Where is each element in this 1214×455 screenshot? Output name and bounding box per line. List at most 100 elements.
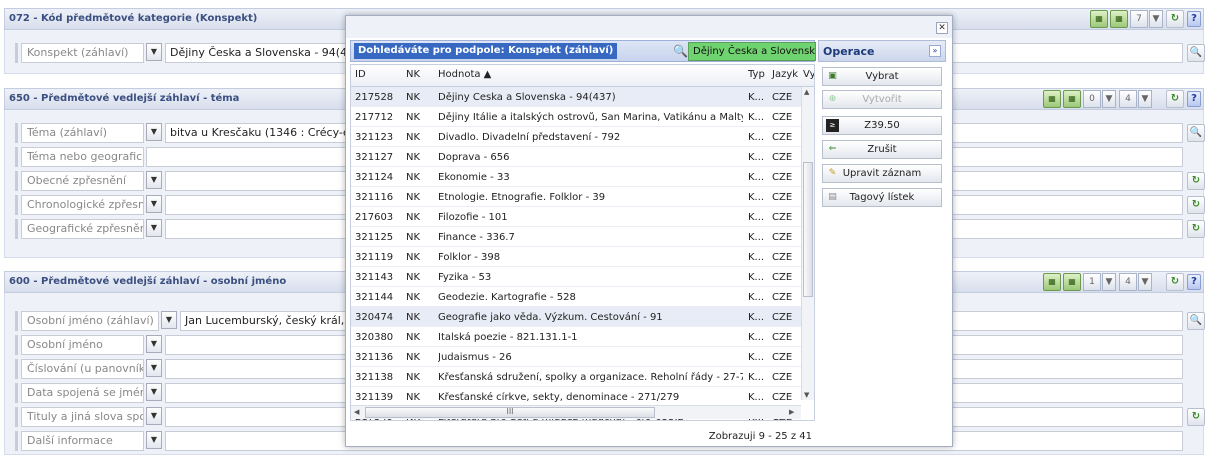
table-row[interactable]: 321143 NK Fyzika - 53 K... CZE bbox=[351, 267, 801, 287]
cell-jazyk: CZE bbox=[772, 172, 793, 183]
lookup-search-input[interactable]: Dějiny Česka a Slovenska - 9 bbox=[688, 42, 816, 61]
scroll-up-icon[interactable]: ▲ bbox=[804, 88, 809, 96]
chevron-down-icon[interactable]: ▼ bbox=[146, 359, 162, 377]
scroll-thumb[interactable]: III bbox=[365, 407, 655, 418]
collapse-icon[interactable]: ▦ bbox=[1043, 90, 1061, 108]
chevron-down-icon[interactable]: ▼ bbox=[146, 335, 162, 353]
chevron-down-icon[interactable]: ▼ bbox=[1149, 10, 1163, 28]
expand-icon[interactable]: ▦ bbox=[1063, 90, 1081, 108]
chevron-down-icon[interactable]: ▼ bbox=[1102, 273, 1116, 291]
create-button[interactable]: ⊕ Vytvořit bbox=[822, 90, 942, 109]
table-row[interactable]: 217603 NK Filozofie - 101 K... CZE bbox=[351, 207, 801, 227]
expand-icon[interactable]: ▦ bbox=[1110, 10, 1128, 28]
help-icon[interactable]: ? bbox=[1187, 274, 1201, 290]
column-header-vy[interactable]: Vy bbox=[803, 69, 814, 80]
table-row[interactable]: 217528 NK Dějiny Česka a Slovenska - 94(43… bbox=[351, 87, 801, 107]
chevron-down-icon[interactable]: ▼ bbox=[146, 123, 162, 141]
chevron-down-icon[interactable]: ▼ bbox=[1138, 273, 1152, 291]
refresh-icon[interactable]: ↻ bbox=[1187, 172, 1205, 190]
chevron-down-icon[interactable]: ▼ bbox=[1138, 90, 1152, 108]
column-header-jazyk[interactable]: Jazyk bbox=[772, 69, 798, 80]
tag-card-button-label: Tagový lístek bbox=[849, 192, 915, 203]
table-row[interactable]: 321144 NK Geodezie. Kartografie - 528 K... C… bbox=[351, 287, 801, 307]
refresh-icon[interactable]: ↻ bbox=[1166, 273, 1184, 291]
expand-icon[interactable]: ▦ bbox=[1063, 273, 1081, 291]
chevron-down-icon[interactable]: ▼ bbox=[146, 383, 162, 401]
table-row[interactable]: 321138 NK Křesťanská sdružení, spolky a or… bbox=[351, 367, 801, 387]
edit-record-button[interactable]: ✎ Upravit záznam bbox=[822, 164, 942, 183]
scroll-down-icon[interactable]: ▼ bbox=[804, 391, 809, 399]
table-row[interactable]: 320380 NK Italská poezie - 821.131.1-1 K...… bbox=[351, 327, 801, 347]
chevron-down-icon[interactable]: ▼ bbox=[146, 431, 162, 449]
tag-card-button[interactable]: ▤ Tagový lístek bbox=[822, 188, 942, 207]
cell-hodnota: Filozofie - 101 bbox=[438, 212, 508, 223]
cell-hodnota: Divadlo. Divadelní představení - 792 bbox=[438, 132, 621, 143]
section-072-title: 072 - Kód předmětové kategorie (Konspekt… bbox=[9, 13, 258, 24]
column-header-hodnota[interactable]: Hodnota ▲ bbox=[438, 69, 491, 80]
chevron-down-icon[interactable]: ▼ bbox=[146, 407, 162, 425]
column-header-nk[interactable]: NK bbox=[406, 69, 420, 80]
cell-jazyk: CZE bbox=[772, 252, 793, 263]
refresh-icon[interactable]: ↻ bbox=[1166, 10, 1184, 28]
subfield-label: Osobní jméno bbox=[21, 335, 144, 355]
scroll-right-icon[interactable]: ▶ bbox=[789, 408, 794, 416]
table-row[interactable]: 321139 NK Křesťanské církve, sekty, denomi… bbox=[351, 387, 801, 407]
chevron-down-icon[interactable]: ▼ bbox=[146, 219, 162, 237]
scroll-thumb[interactable] bbox=[803, 162, 813, 297]
search-icon[interactable]: 🔍 bbox=[1187, 312, 1205, 330]
occurrence-total[interactable]: 4 bbox=[1119, 90, 1137, 108]
occurrence-count[interactable]: 1 bbox=[1083, 273, 1101, 291]
chevron-down-icon[interactable]: ▼ bbox=[161, 311, 177, 329]
horizontal-scrollbar[interactable]: ◀ III ▶ bbox=[351, 405, 801, 419]
refresh-icon[interactable]: ↻ bbox=[1166, 90, 1184, 108]
refresh-icon[interactable]: ↻ bbox=[1187, 408, 1205, 426]
cell-nk: NK bbox=[406, 212, 421, 223]
subfield-label: Další informace bbox=[21, 431, 144, 451]
cancel-button[interactable]: ⇐ Zrušit bbox=[822, 140, 942, 159]
close-icon[interactable]: ✕ bbox=[936, 22, 948, 34]
subfield-label: Obecné zpřesnění bbox=[21, 171, 144, 191]
refresh-icon[interactable]: ↻ bbox=[1187, 220, 1205, 238]
cell-id: 321143 bbox=[355, 272, 394, 283]
occurrence-total[interactable]: 4 bbox=[1119, 273, 1137, 291]
help-icon[interactable]: ? bbox=[1187, 11, 1201, 27]
table-row[interactable]: 217712 NK Dějiny Itálie a italských ostrov… bbox=[351, 107, 801, 127]
help-icon[interactable]: ? bbox=[1187, 91, 1201, 107]
table-row[interactable]: 321125 NK Finance - 336.7 K... CZE bbox=[351, 227, 801, 247]
scroll-left-icon[interactable]: ◀ bbox=[354, 408, 359, 416]
cell-hodnota: Křesťanská sdružení, spolky a organizace… bbox=[438, 372, 743, 383]
table-row[interactable]: 321136 NK Judaismus - 26 K... CZE bbox=[351, 347, 801, 367]
collapse-icon[interactable]: ▦ bbox=[1043, 273, 1061, 291]
chevron-down-icon[interactable]: ▼ bbox=[146, 171, 162, 189]
occurrence-count[interactable]: 7 bbox=[1130, 10, 1148, 28]
z3950-button[interactable]: ≥ Z39.50 bbox=[822, 116, 942, 135]
chevron-down-icon[interactable]: ▼ bbox=[1102, 90, 1116, 108]
collapse-icon[interactable]: ▦ bbox=[1090, 10, 1108, 28]
table-row[interactable]: 321116 NK Etnologie. Etnografie. Folklor -… bbox=[351, 187, 801, 207]
collapse-panel-icon[interactable]: » bbox=[929, 45, 941, 57]
table-row[interactable]: 321127 NK Doprava - 656 K... CZE bbox=[351, 147, 801, 167]
row-bar bbox=[15, 195, 18, 215]
section-650-title: 650 - Předmětové vedlejší záhlaví - téma bbox=[9, 93, 240, 104]
select-button[interactable]: ▣ Vybrat bbox=[822, 67, 942, 86]
occurrence-count[interactable]: 0 bbox=[1083, 90, 1101, 108]
lookup-search-bar: Dohledáváte pro podpole: Konspekt (záhla… bbox=[350, 40, 816, 62]
subfield-label: Téma nebo geografické bbox=[21, 147, 144, 167]
search-icon[interactable]: 🔍 bbox=[673, 44, 688, 58]
column-header-typ[interactable]: Typ bbox=[748, 69, 765, 80]
search-icon[interactable]: 🔍 bbox=[1187, 124, 1205, 142]
search-icon[interactable]: 🔍 bbox=[1187, 44, 1205, 62]
grid-header: ID NK Hodnota ▲ Typ Jazyk Vy bbox=[351, 65, 814, 87]
vertical-scrollbar[interactable]: ▲ ▼ bbox=[801, 87, 814, 400]
chevron-down-icon[interactable]: ▼ bbox=[146, 195, 162, 213]
grid-body: 217528 NK Dějiny Česka a Slovenska - 94(43… bbox=[351, 87, 801, 420]
table-row[interactable]: 321119 NK Folklor - 398 K... CZE bbox=[351, 247, 801, 267]
table-row[interactable]: 321124 NK Ekonomie - 33 K... CZE bbox=[351, 167, 801, 187]
refresh-icon[interactable]: ↻ bbox=[1187, 196, 1205, 214]
cell-hodnota: Dějiny Itálie a italských ostrovů, San M… bbox=[438, 112, 743, 123]
table-row[interactable]: 320474 NK Geografie jako věda. Výzkum. Ces… bbox=[351, 307, 801, 327]
table-row[interactable]: 321123 NK Divadlo. Divadelní představení -… bbox=[351, 127, 801, 147]
chevron-down-icon[interactable]: ▼ bbox=[146, 43, 162, 61]
cell-typ: K... bbox=[748, 272, 765, 283]
column-header-id[interactable]: ID bbox=[355, 69, 366, 80]
